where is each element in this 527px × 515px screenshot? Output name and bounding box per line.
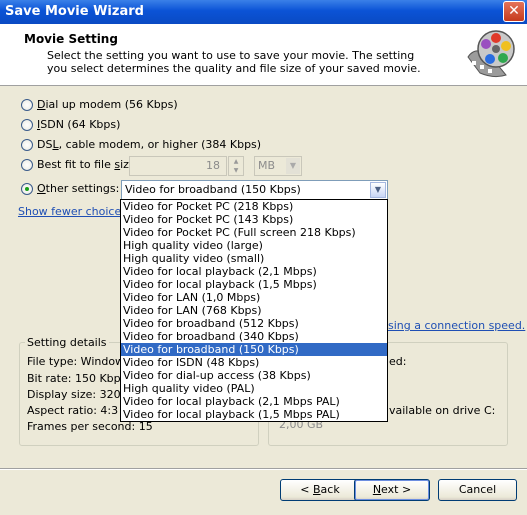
wizard-header: Movie Setting Select the setting you wan… [0,24,527,86]
dropdown-option[interactable]: Video for ISDN (48 Kbps) [121,356,387,369]
label-mnemonic: B [313,483,321,496]
label-mnemonic: O [37,182,46,195]
title-bar: Save Movie Wizard ✕ [0,0,527,24]
label-text: SDN (64 Kbps) [40,118,121,131]
dropdown-option[interactable]: Video for local playback (2,1 Mbps) [121,265,387,278]
dropdown-option[interactable]: Video for Pocket PC (143 Kbps) [121,213,387,226]
dropdown-option[interactable]: Video for LAN (768 Kbps) [121,304,387,317]
display-size-detail: Display size: 320 x [27,388,131,401]
label-mnemonic: N [372,483,382,496]
page-description: Select the setting you want to use to sa… [47,49,421,75]
estimated-size-label: ed: [389,355,407,368]
back-button[interactable]: < Back [280,479,360,501]
dsl-option-label[interactable]: DSL, cable modem, or higher (384 Kbps) [37,138,261,151]
file-size-input[interactable]: 18 [129,156,227,176]
dropdown-option[interactable]: High quality video (small) [121,252,387,265]
label-text: DS [37,138,53,151]
button-separator [0,468,527,470]
dropdown-option[interactable]: Video for broadband (340 Kbps) [121,330,387,343]
dialup-radio[interactable] [21,99,33,111]
page-title: Movie Setting [24,32,118,46]
label-text: ack [320,483,340,496]
dropdown-option[interactable]: Video for broadband (512 Kbps) [121,317,387,330]
film-reel-icon [467,30,515,78]
chevron-down-icon[interactable]: ▼ [286,158,300,174]
dsl-radio[interactable] [21,139,33,151]
dropdown-option[interactable]: Video for local playback (1,5 Mbps PAL) [121,408,387,421]
size-unit-value: MB [258,159,276,172]
dropdown-option[interactable]: Video for dial-up access (38 Kbps) [121,369,387,382]
label-text: ext > [381,483,412,496]
dropdown-option[interactable]: Video for LAN (1,0 Mbps) [121,291,387,304]
dropdown-option[interactable]: High quality video (PAL) [121,382,387,395]
label-text: Best fit to file [37,158,115,171]
window-title: Save Movie Wizard [5,4,144,19]
connection-speed-link[interactable]: sing a connection speed. [388,319,525,332]
next-button[interactable]: Next > [354,479,430,501]
isdn-option-label[interactable]: ISDN (64 Kbps) [37,118,120,131]
disk-space-label: vailable on drive C: [389,404,496,417]
bestfit-radio[interactable] [21,159,33,171]
close-button[interactable]: ✕ [503,1,525,22]
bestfit-option-label[interactable]: Best fit to file size: [37,158,139,171]
file-size-spinner[interactable]: ▲ ▼ [228,156,244,176]
settings-dropdown-list[interactable]: Video for Pocket PC (218 Kbps) Video for … [120,199,388,422]
label-text: < [300,483,313,496]
file-type-detail: File type: Windows [27,355,130,368]
setting-details-title: Setting details [25,336,109,349]
dropdown-option[interactable]: Video for broadband (150 Kbps) [121,343,387,356]
isdn-radio[interactable] [21,119,33,131]
other-settings-radio[interactable] [21,183,33,195]
dropdown-option[interactable]: Video for local playback (2,1 Mbps PAL) [121,395,387,408]
other-option-label[interactable]: Other settings: [37,182,119,195]
dialup-option-label[interactable]: Dial up modem (56 Kbps) [37,98,178,111]
selected-setting-value: Video for broadband (150 Kbps) [125,183,301,196]
cancel-button[interactable]: Cancel [438,479,517,501]
label-text: ial up modem (56 Kbps) [45,98,178,111]
dropdown-option[interactable]: High quality video (large) [121,239,387,252]
label-text: ther settings: [45,182,120,195]
dropdown-option[interactable]: Video for Pocket PC (218 Kbps) [121,200,387,213]
other-settings-select[interactable]: Video for broadband (150 Kbps) [121,180,388,200]
bit-rate-detail: Bit rate: 150 Kbps [27,372,127,385]
label-text: , cable modem, or higher (384 Kbps) [58,138,262,151]
dropdown-option[interactable]: Video for local playback (1,5 Mbps) [121,278,387,291]
chevron-down-icon[interactable]: ▼ [370,182,386,198]
aspect-ratio-detail: Aspect ratio: 4:3 [27,404,119,417]
dropdown-option[interactable]: Video for Pocket PC (Full screen 218 Kbp… [121,226,387,239]
